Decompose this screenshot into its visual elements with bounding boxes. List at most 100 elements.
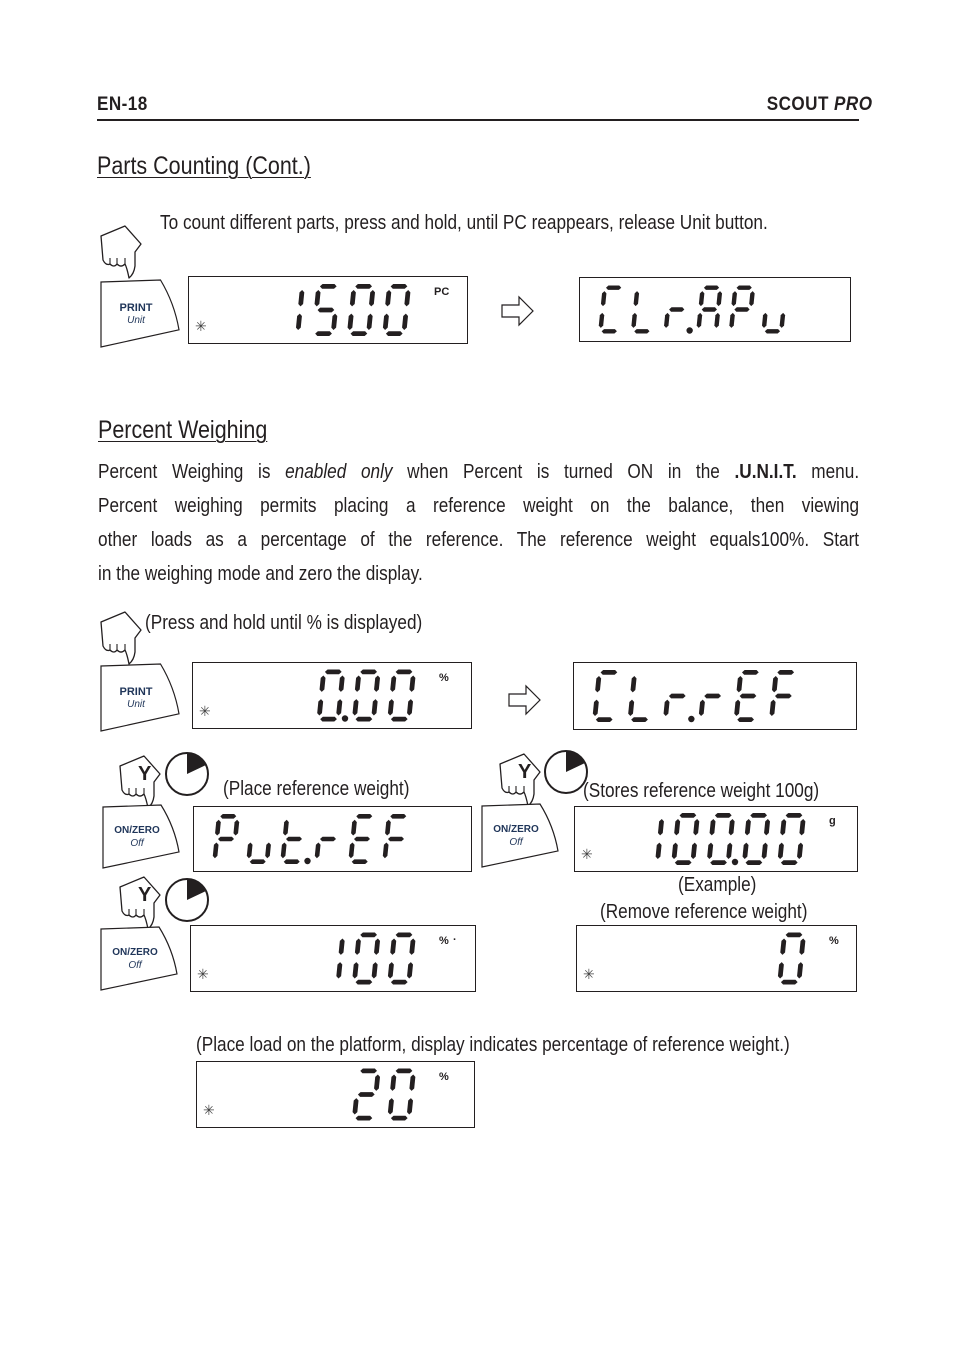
percent-weighing-description: Percent Weighing is enabled only when Pe…	[98, 455, 859, 591]
caption-place-load: (Place load on the platform, display ind…	[196, 1034, 790, 1056]
lcd-segment	[671, 842, 678, 860]
lcd-segment	[395, 1068, 413, 1074]
lcd-segment	[360, 1068, 378, 1074]
lcd-segment	[779, 312, 786, 328]
annunciator-dot: ·	[453, 933, 457, 946]
key-label-primary: ON/ZERO	[112, 947, 158, 959]
lcd-segment	[374, 938, 381, 955]
lcd-digit	[387, 932, 416, 985]
decimal-point	[731, 858, 739, 866]
lcd-segment	[395, 932, 413, 938]
caption-stores-reference: (Stores reference weight 100g)	[583, 780, 820, 802]
svg-text:Y: Y	[518, 761, 532, 783]
lcd-segment	[390, 979, 408, 985]
seven-segment-readout	[317, 669, 416, 722]
lcd-segment	[601, 329, 617, 334]
lcd-segment	[215, 819, 221, 836]
lcd-digit	[734, 670, 759, 722]
lcd-digit	[592, 670, 618, 722]
lcd-display-put-ref	[193, 806, 472, 872]
paragraph-line-2: Percent weighing permits placing a refer…	[98, 495, 860, 517]
stability-indicator-icon: ✳	[203, 1102, 215, 1118]
lcd-digit	[382, 284, 411, 336]
lcd-digit	[698, 693, 722, 717]
key-label-secondary: Unit	[127, 314, 145, 326]
lcd-segment	[371, 962, 378, 979]
on-zero-off-button[interactable]: ON/ZERO Off	[480, 802, 560, 870]
lcd-segment	[374, 1074, 381, 1091]
key-label-primary: ON/ZERO	[493, 824, 539, 836]
lcd-segment	[355, 979, 373, 985]
seven-segment-readout	[212, 814, 407, 865]
lcd-segment	[352, 699, 359, 716]
lcd-segment	[729, 312, 735, 328]
key-outline	[481, 803, 559, 868]
key-label-primary: PRINT	[119, 301, 153, 314]
lcd-segment	[703, 285, 720, 290]
on-zero-off-button[interactable]: ON/ZERO Off	[99, 925, 179, 993]
lcd-segment	[598, 312, 605, 328]
key-label-secondary: Unit	[127, 698, 145, 710]
lcd-segment	[390, 814, 407, 819]
lcd-segment	[696, 312, 703, 328]
hand-glyph: Y	[499, 753, 541, 807]
lcd-segment	[657, 818, 664, 836]
lcd-segment	[314, 289, 321, 307]
seven-segment-readout	[295, 284, 411, 336]
lcd-digit	[212, 814, 240, 859]
lcd-segment	[369, 289, 376, 307]
lcd-segment	[319, 284, 337, 289]
lcd-segment	[701, 307, 717, 312]
lcd-segment	[634, 329, 650, 334]
lcd-segment	[674, 860, 692, 865]
lcd-digit	[295, 289, 305, 331]
print-unit-button[interactable]: PRINT Unit	[99, 662, 181, 734]
lcd-segment	[749, 291, 755, 307]
stability-indicator-icon: ✳	[199, 703, 211, 719]
lcd-segment	[387, 1098, 394, 1115]
lcd-segment	[357, 1092, 375, 1097]
lcd-display-1500: ✳ PC	[188, 276, 468, 344]
lcd-segment	[218, 836, 234, 842]
lcd-segment	[631, 312, 637, 328]
stability-indicator-icon: ✳	[581, 846, 593, 862]
lcd-digit	[707, 813, 739, 866]
unit-label: g	[829, 815, 836, 827]
lcd-segment	[374, 675, 381, 692]
section-title-parts-counting: Parts Counting (Cont.)	[97, 152, 311, 180]
seven-segment-readout	[336, 932, 416, 985]
print-unit-button[interactable]: PRINT Unit	[99, 278, 181, 350]
lcd-segment	[698, 699, 705, 717]
lcd-segment	[331, 313, 338, 331]
lcd-segment	[785, 932, 803, 938]
lcd-segment	[404, 289, 411, 307]
lcd-segment	[387, 699, 394, 716]
lcd-segment	[726, 842, 733, 860]
para-text: when Percent is turned ON in the	[392, 461, 735, 483]
lcd-segment	[780, 860, 798, 865]
lcd-segment	[734, 699, 741, 717]
lcd-segment	[736, 285, 752, 290]
lcd-segment	[771, 675, 778, 693]
lcd-segment	[283, 819, 289, 836]
lcd-digit	[655, 818, 664, 860]
on-zero-off-button[interactable]: ON/ZERO Off	[101, 803, 181, 871]
timer-glyph	[165, 752, 209, 796]
lcd-segment	[390, 1115, 408, 1121]
lcd-segment	[360, 932, 378, 938]
lcd-digit	[664, 307, 693, 334]
arrow-glyph	[501, 295, 534, 327]
hand-glyph: Y	[119, 876, 161, 930]
lcd-digit	[742, 813, 771, 865]
lcd-digit	[729, 285, 755, 328]
svg-text:Y: Y	[138, 763, 152, 785]
lcd-digit	[777, 932, 806, 985]
lcd-segment	[777, 670, 795, 675]
lcd-segment	[663, 699, 670, 717]
lcd-segment	[233, 819, 240, 836]
lcd-digit	[382, 814, 407, 859]
lcd-segment	[628, 699, 635, 717]
lcd-segment	[366, 313, 373, 331]
lcd-display-clr-ref	[573, 662, 857, 730]
lcd-display-load-percent: ✳%	[196, 1061, 475, 1128]
